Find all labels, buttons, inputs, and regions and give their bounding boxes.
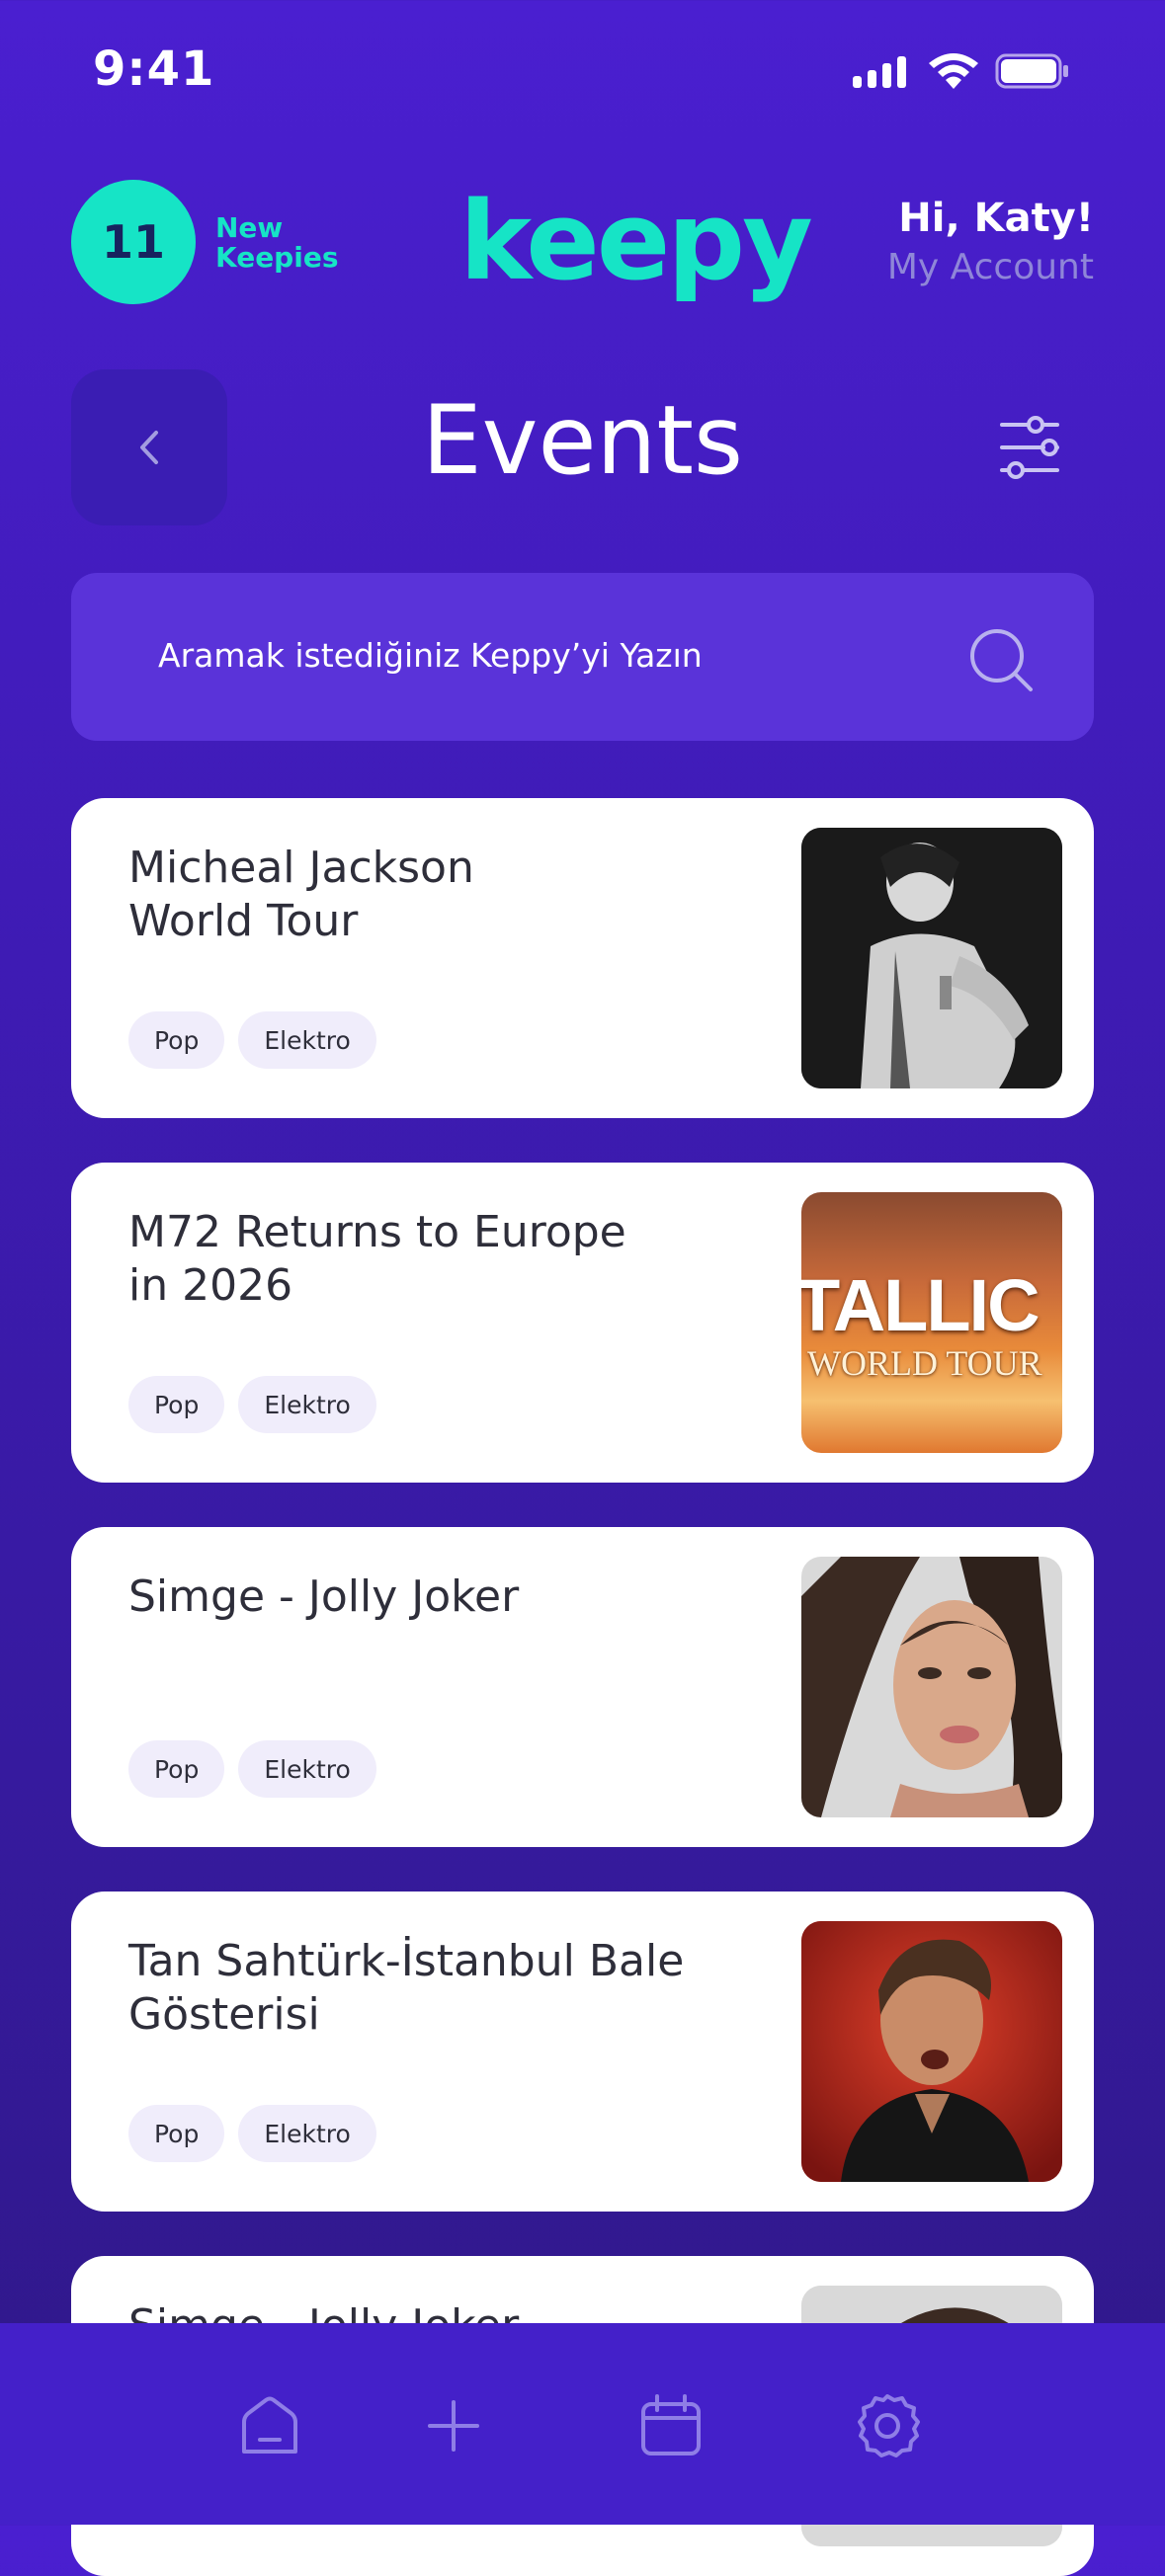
status-time: 9:41	[93, 41, 215, 97]
event-tags: Pop Elektro	[128, 1011, 376, 1069]
tag-pop[interactable]: Pop	[128, 1740, 225, 1798]
tag-pop[interactable]: Pop	[128, 1011, 225, 1069]
tag-elektro[interactable]: Elektro	[238, 1011, 376, 1069]
poster-title: TALLIC	[801, 1264, 1040, 1346]
tag-elektro[interactable]: Elektro	[238, 1740, 376, 1798]
performer-photo	[801, 1921, 1062, 2182]
plus-icon[interactable]	[418, 2390, 489, 2461]
bottom-navigation	[0, 2323, 1165, 2525]
event-title: Tan Sahtürk-İstanbul Bale Gösterisi	[128, 1935, 820, 2042]
search-icon[interactable]	[965, 624, 1037, 695]
event-tags: Pop Elektro	[128, 1376, 376, 1433]
greeting-text: Hi, Katy!	[898, 196, 1094, 241]
my-account-link[interactable]: My Account	[887, 247, 1094, 287]
event-title-line2: in 2026	[128, 1260, 293, 1311]
battery-icon	[995, 53, 1068, 89]
tag-elektro[interactable]: Elektro	[238, 1376, 376, 1433]
account-greeting[interactable]: Hi, Katy! My Account	[887, 196, 1094, 287]
new-keepies-label-line2: Keepies	[215, 241, 339, 274]
event-image: TALLIC WORLD TOUR	[801, 1192, 1062, 1453]
new-keepies-label-line1: New	[215, 211, 284, 244]
event-title-line2: Gösterisi	[128, 1989, 320, 2040]
event-image	[801, 828, 1062, 1088]
event-title-line1: Simge - Jolly Joker	[128, 1571, 520, 1622]
poster-subtitle: WORLD TOUR	[807, 1343, 1042, 1383]
new-keepies-label[interactable]: New Keepies	[215, 213, 338, 273]
search-input[interactable]: Aramak istediğiniz Keppy’yi Yazın	[158, 636, 703, 675]
tag-pop[interactable]: Pop	[128, 1376, 225, 1433]
event-title: Micheal Jackson World Tour	[128, 842, 820, 948]
event-title-line2: World Tour	[128, 896, 359, 946]
settings-icon[interactable]	[852, 2390, 923, 2461]
performer-photo	[801, 828, 1062, 1088]
tag-elektro[interactable]: Elektro	[238, 2105, 376, 2162]
home-icon[interactable]	[234, 2390, 305, 2461]
new-keepies-count: 11	[101, 215, 165, 269]
event-title: Simge - Jolly Joker	[128, 1570, 820, 1624]
page-title: Events	[421, 385, 744, 496]
event-title-line1: Tan Sahtürk-İstanbul Bale	[128, 1936, 685, 1986]
search-bar[interactable]: Aramak istediğiniz Keppy’yi Yazın	[71, 573, 1094, 741]
event-tags: Pop Elektro	[128, 1740, 376, 1798]
new-keepies-badge[interactable]: 11	[71, 180, 196, 304]
event-card[interactable]: Tan Sahtürk-İstanbul Bale Gösterisi Pop …	[71, 1892, 1094, 2212]
event-card[interactable]: Simge - Jolly Joker Pop Elektro	[71, 1527, 1094, 1847]
status-icons	[853, 51, 1070, 91]
app-logo: keepy	[459, 178, 813, 304]
event-card[interactable]: M72 Returns to Europe in 2026 Pop Elektr…	[71, 1163, 1094, 1483]
filter-icon[interactable]	[998, 413, 1061, 482]
tag-pop[interactable]: Pop	[128, 2105, 225, 2162]
event-card[interactable]: Micheal Jackson World Tour Pop Elektro	[71, 798, 1094, 1118]
signal-icon	[853, 54, 912, 88]
event-image	[801, 1921, 1062, 2182]
event-image	[801, 1557, 1062, 1817]
wifi-icon	[929, 53, 978, 89]
event-title-line1: Micheal Jackson	[128, 843, 474, 893]
calendar-icon[interactable]	[635, 2390, 707, 2461]
event-title-line1: M72 Returns to Europe	[128, 1207, 626, 1257]
event-title: M72 Returns to Europe in 2026	[128, 1206, 820, 1313]
event-tags: Pop Elektro	[128, 2105, 376, 2162]
performer-photo	[801, 1557, 1062, 1817]
